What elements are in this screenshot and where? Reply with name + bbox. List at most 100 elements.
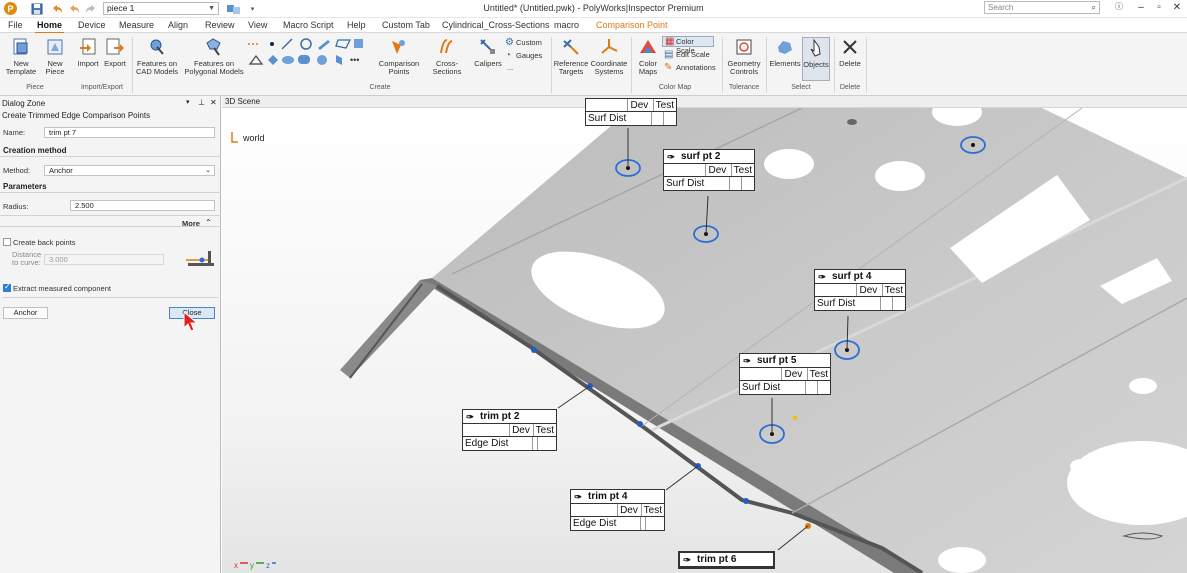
import-label: Import — [77, 59, 99, 68]
surf-pt-4-label[interactable]: ✑ surf pt 4 Dev Test Surf Dist — [814, 269, 906, 311]
3d-scene-panel[interactable]: 3D Scene x y z world Dev Test Surf Dist … — [222, 96, 1187, 573]
reference-targets-button[interactable]: Reference Targets — [552, 37, 590, 76]
chevron-up-icon[interactable]: ⌃ — [205, 218, 212, 227]
cross-sections-label: Cross-Sections — [432, 59, 462, 76]
radius-field[interactable]: 2.500 — [70, 200, 215, 211]
extract-measured-checkbox[interactable] — [3, 282, 11, 292]
features-on-polygonal-button[interactable]: Features on Polygonal Models — [182, 37, 246, 76]
comparison-points-button[interactable]: Comparison Points — [378, 37, 420, 76]
surf-pt-2-label[interactable]: ✑ surf pt 2 Dev Test Surf Dist — [663, 149, 755, 191]
piece-tools-icon[interactable] — [225, 2, 243, 15]
import-button[interactable]: Import — [74, 37, 102, 68]
world-label: world — [243, 133, 265, 143]
surface-point-icon: ✑ — [743, 355, 751, 366]
features-poly-icon — [206, 38, 221, 56]
redo-icon[interactable] — [84, 2, 97, 15]
comparison-points-label: Comparison Points — [378, 59, 420, 76]
trim-pt-4-label[interactable]: ✑ trim pt 4 Dev Test Edge Dist — [570, 489, 665, 531]
custom-button[interactable]: Custom — [516, 38, 542, 47]
app-logo-icon[interactable]: P — [4, 2, 17, 15]
trim-pt-6-label[interactable]: ✑ trim pt 6 — [678, 551, 775, 569]
features-on-cad-button[interactable]: Features on CAD Models — [134, 37, 180, 76]
tab-measure[interactable]: Measure — [119, 20, 154, 30]
round-hole — [938, 547, 986, 573]
edge-point-icon: ✑ — [683, 554, 691, 565]
feature-tools-icon[interactable]: ••• — [246, 38, 366, 70]
close-window-button[interactable]: ✕ — [1168, 1, 1186, 15]
tab-align[interactable]: Align — [168, 20, 188, 30]
dialog-menu-icon[interactable]: ▾ — [186, 98, 190, 106]
close-dialog-zone-icon[interactable]: ✕ — [210, 98, 217, 107]
group-color-map: Color Map — [658, 84, 692, 91]
surf-pt-5-label[interactable]: ✑ surf pt 5 Dev Test Surf Dist — [739, 353, 831, 395]
edit-scale-icon: ▤ — [664, 49, 674, 60]
tab-help[interactable]: Help — [347, 20, 366, 30]
pin-icon[interactable]: ⊥ — [198, 98, 205, 107]
3d-scene-title: 3D Scene — [222, 96, 1187, 108]
trim-pt-2-label[interactable]: ✑ trim pt 2 Dev Test Edge Dist — [462, 409, 557, 451]
ribbon-separator — [132, 37, 133, 93]
new-template-button[interactable]: New Template — [4, 37, 38, 76]
more-create-button[interactable]: ... — [507, 63, 513, 72]
tab-cylindrical-cross-sections[interactable]: Cylindrical_Cross-Sections — [442, 20, 550, 30]
tab-home[interactable]: Home — [34, 20, 65, 34]
create-back-points-label: Create back points — [13, 238, 76, 247]
quick-access-customize-icon[interactable]: ▾ — [246, 2, 259, 15]
comparison-points-icon — [392, 40, 405, 54]
tab-comparison-point[interactable]: Comparison Point — [596, 20, 668, 30]
color-maps-button[interactable]: Color Maps — [634, 37, 662, 76]
round-hole — [764, 149, 814, 179]
elements-button[interactable]: Elements — [768, 37, 802, 68]
search-input[interactable]: Search ⌕ — [984, 1, 1100, 14]
highlight-dot — [792, 415, 798, 421]
gauges-button[interactable]: Gauges — [516, 51, 542, 60]
tab-review[interactable]: Review — [205, 20, 235, 30]
color-scale-button[interactable]: ▦ Color Scale — [662, 36, 714, 55]
new-template-label: New Template — [5, 59, 37, 76]
maximize-button[interactable]: ▫ — [1150, 1, 1168, 15]
comparison-point-label[interactable]: Dev Test Surf Dist — [585, 98, 677, 126]
parameters-heading: Parameters — [0, 182, 221, 193]
delete-button[interactable]: Delete — [836, 37, 864, 68]
group-select: Select — [791, 84, 811, 91]
chevron-down-icon: ⌄ — [205, 167, 211, 174]
custom-icon: ⚙ — [505, 37, 514, 48]
tab-macro-script[interactable]: Macro Script — [283, 20, 334, 30]
tab-file[interactable]: File — [8, 20, 23, 30]
calipers-icon — [480, 39, 495, 54]
help-icon[interactable]: ⓘ — [1110, 1, 1128, 15]
color-maps-label: Color Maps — [638, 59, 658, 76]
minimize-button[interactable]: – — [1132, 1, 1150, 15]
tab-view[interactable]: View — [248, 20, 267, 30]
tab-macro[interactable]: macro — [554, 20, 579, 30]
cross-sections-button[interactable]: Cross-Sections — [422, 37, 472, 76]
cross-sections-icon — [440, 39, 453, 54]
new-piece-button[interactable]: New Piece — [42, 37, 68, 76]
method-label: Method: — [3, 166, 31, 175]
edge-point-icon: ✑ — [466, 411, 474, 422]
distance-to-curve-field[interactable]: 3.000 — [44, 254, 164, 265]
save-icon[interactable] — [30, 2, 43, 15]
annotations-button[interactable]: Annotations — [676, 63, 716, 72]
divider — [2, 297, 218, 298]
more-button[interactable]: More — [182, 219, 200, 228]
undo-list-icon[interactable] — [67, 2, 80, 15]
create-back-points-checkbox[interactable] — [3, 238, 11, 246]
coordinate-systems-label: Coordinate Systems — [590, 59, 628, 76]
tab-custom[interactable]: Custom Tab — [382, 20, 430, 30]
anchor-button[interactable]: Anchor — [3, 307, 48, 319]
group-piece: Piece — [26, 84, 44, 91]
export-button[interactable]: Export — [102, 37, 128, 68]
method-select[interactable]: Anchor ⌄ — [44, 165, 215, 176]
geometry-controls-button[interactable]: Geometry Controls — [724, 37, 764, 76]
method-select-value: Anchor — [49, 166, 73, 175]
edit-scale-button[interactable]: Edit Scale — [676, 50, 710, 59]
tab-device[interactable]: Device — [78, 20, 106, 30]
calipers-button[interactable]: Calipers — [473, 37, 503, 68]
name-field[interactable]: trim pt 7 — [44, 127, 215, 138]
piece-selector[interactable]: piece 1 ▼ — [103, 2, 219, 15]
undo-icon[interactable] — [50, 2, 63, 15]
group-import-export: Import/Export — [80, 84, 123, 91]
objects-button[interactable]: Objects — [802, 37, 830, 81]
coordinate-systems-button[interactable]: Coordinate Systems — [590, 37, 628, 76]
